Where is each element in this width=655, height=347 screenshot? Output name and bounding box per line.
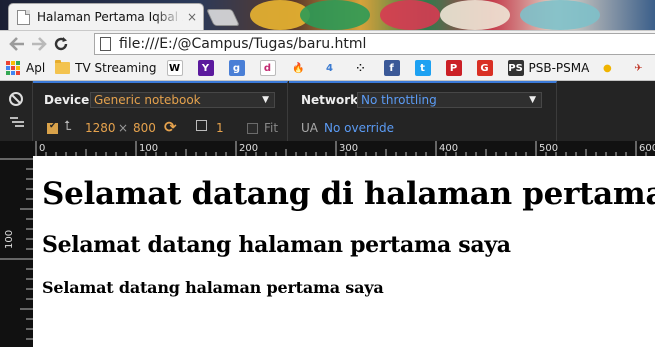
gmail-icon: G — [476, 60, 493, 76]
bookmark-item[interactable]: ⁘ — [352, 60, 374, 76]
network-label: Network — [301, 93, 359, 107]
page-icon — [100, 37, 111, 51]
page-heading-1: Selamat datang di halaman pertama saya — [42, 176, 655, 212]
height-value[interactable]: 800 — [133, 121, 156, 135]
bookmark-item[interactable]: PS PSB-PSMA — [507, 60, 590, 76]
forward-arrow-icon — [32, 36, 47, 51]
bookmark-item[interactable]: 🔥 — [290, 60, 312, 76]
four-icon: 4 — [321, 60, 338, 76]
facebook-icon: f — [383, 60, 400, 76]
bookmark-item[interactable]: 4 — [321, 60, 343, 76]
psb-icon: PS — [507, 60, 524, 76]
page-favicon-icon — [17, 9, 30, 25]
dailymotion-icon: d — [259, 60, 276, 76]
reload-button[interactable] — [50, 33, 72, 55]
ruler-label: 200 — [239, 143, 258, 154]
tab-title: Halaman Pertama Iqbal Al — [37, 10, 183, 24]
bookmark-item[interactable]: TV Streaming — [55, 60, 157, 75]
rotate-icon[interactable]: ⟳ — [164, 118, 177, 136]
ruler-label: 300 — [339, 143, 358, 154]
bookmark-item[interactable]: ✈ — [630, 60, 651, 76]
google-plus-icon: g — [228, 60, 245, 76]
ruler-label: 600 — [639, 143, 655, 154]
ua-label: UA — [301, 121, 318, 135]
new-tab-button[interactable] — [206, 9, 240, 26]
bookmark-item[interactable]: g — [228, 60, 250, 76]
url-text: file:///E:/@Campus/Tugas/baru.html — [119, 36, 367, 52]
bookmark-item[interactable]: W — [166, 60, 188, 76]
ua-value[interactable]: No override — [324, 121, 394, 135]
fit-label: Fit — [264, 121, 279, 135]
browser-tab[interactable]: Halaman Pertama Iqbal Al × — [8, 3, 204, 30]
resize-checkbox[interactable] — [47, 121, 58, 134]
times-sign: × — [118, 121, 129, 135]
devtools-device-toolbar: Device Generic notebook ▼ ⮤ 1280 × 800 ⟳… — [0, 81, 655, 141]
network-select-value: No throttling — [361, 93, 437, 107]
network-section: Network No throttling ▼ UA No override — [289, 81, 557, 141]
address-bar[interactable]: file:///E:/@Campus/Tugas/baru.html — [94, 33, 655, 55]
zoom-icon — [196, 120, 207, 131]
back-arrow-icon — [9, 36, 24, 51]
theme-art — [520, 0, 600, 30]
page-heading-2: Selamat datang halaman pertama saya — [42, 232, 511, 258]
back-button[interactable] — [6, 33, 28, 55]
bookmark-item[interactable]: t — [414, 60, 436, 76]
device-section: Device Generic notebook ▼ ⮤ 1280 × 800 ⟳… — [33, 81, 288, 141]
ruler-label: 0 — [39, 143, 45, 154]
browser-toolbar: file:///E:/@Campus/Tugas/baru.html — [0, 30, 655, 56]
bookmark-item[interactable]: Apl — [6, 61, 45, 75]
chat-icon: ● — [599, 60, 616, 76]
ruler-label: 400 — [439, 143, 458, 154]
forward-button[interactable] — [28, 33, 50, 55]
ruler-label: 100 — [139, 143, 158, 154]
tab-strip: Halaman Pertama Iqbal Al × — [0, 0, 655, 30]
twitter-icon: t — [414, 60, 431, 76]
bookmark-label: PSB-PSMA — [528, 61, 590, 75]
block-icon[interactable] — [9, 92, 23, 106]
theme-art — [440, 0, 510, 30]
bookmark-label: TV Streaming — [75, 61, 157, 75]
ruler-corner — [0, 141, 33, 156]
theme-art — [380, 0, 440, 30]
horizontal-ruler: 0 100 200 300 400 500 600 — [33, 141, 655, 156]
device-label: Device — [44, 93, 90, 107]
apps-grid-icon — [6, 61, 20, 75]
ruler-label: 100 — [4, 230, 15, 249]
horizontal-ruler-ticks: 0 100 200 300 400 500 600 — [35, 141, 655, 156]
zoom-value[interactable]: 1 — [216, 121, 224, 135]
page-viewport: Selamat datang di halaman pertama saya S… — [33, 156, 655, 347]
folder-icon — [55, 60, 71, 74]
fire-icon: 🔥 — [290, 60, 307, 76]
dropdown-arrow-icon: ▼ — [262, 95, 269, 105]
device-select[interactable]: Generic notebook ▼ — [90, 92, 275, 108]
fit-checkbox[interactable] — [247, 123, 258, 134]
bookmark-item[interactable]: G — [476, 60, 498, 76]
bookmark-item[interactable]: Y — [197, 60, 219, 76]
wikipedia-icon: W — [166, 60, 183, 76]
bird-icon: ✈ — [630, 60, 647, 76]
swap-dimensions-icon[interactable]: ⮤ — [64, 119, 72, 134]
blackberry-icon: ⁘ — [352, 60, 369, 76]
dropdown-arrow-icon: ▼ — [529, 95, 536, 105]
bookmark-item[interactable]: d — [259, 60, 281, 76]
bookmark-label: Apl — [26, 61, 46, 75]
bookmark-item[interactable]: ● — [599, 60, 620, 76]
theme-art — [300, 0, 370, 30]
network-select[interactable]: No throttling ▼ — [357, 92, 542, 108]
device-select-value: Generic notebook — [94, 93, 201, 107]
tab-close-icon[interactable]: × — [187, 10, 197, 24]
reload-icon — [54, 36, 68, 50]
yahoo-icon: Y — [197, 60, 214, 76]
devtools-left-controls — [0, 81, 33, 141]
vertical-ruler-ticks: 100 — [0, 158, 33, 340]
ruler-label: 500 — [539, 143, 558, 154]
bookmarks-bar: AplTV StreamingWYgd🔥4⁘ftPGPSPSB-PSMA●✈TT… — [0, 56, 655, 81]
bookmark-item[interactable]: P — [445, 60, 467, 76]
pinterest-icon: P — [445, 60, 462, 76]
media-queries-icon[interactable] — [10, 117, 24, 129]
vertical-ruler: 100 — [0, 156, 33, 347]
width-value[interactable]: 1280 — [85, 121, 116, 135]
page-heading-3: Selamat datang halaman pertama saya — [42, 278, 384, 297]
bookmark-item[interactable]: f — [383, 60, 405, 76]
